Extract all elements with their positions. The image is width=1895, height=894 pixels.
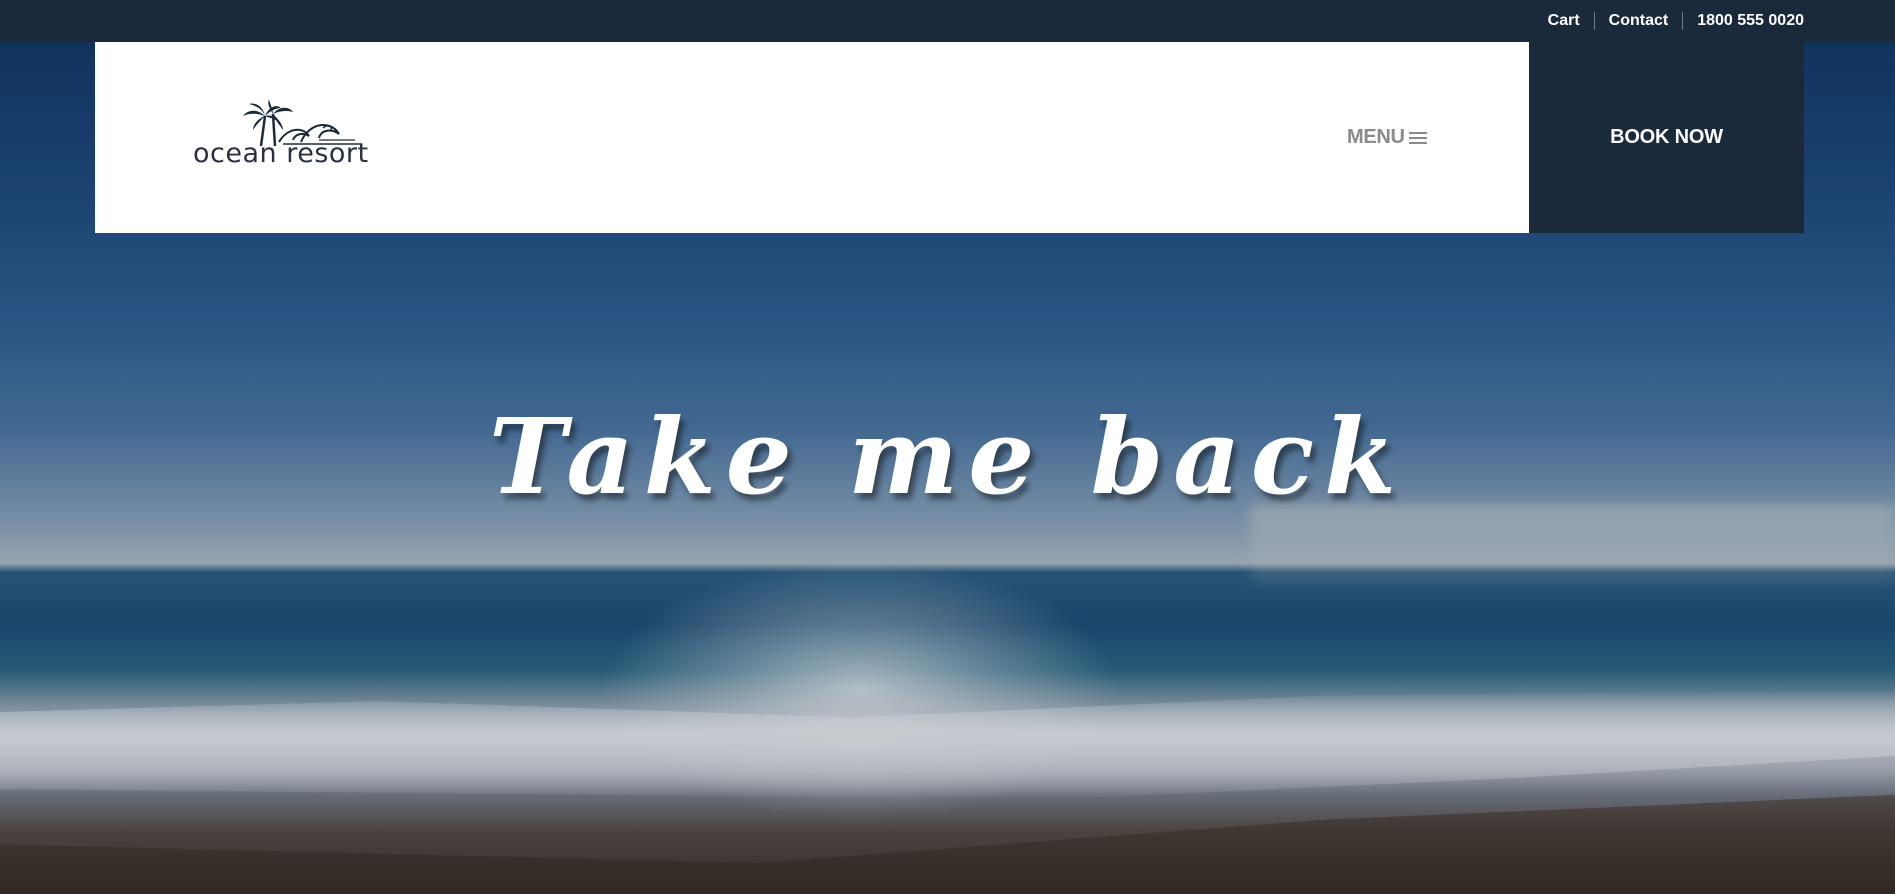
menu-label: MENU [1347, 126, 1405, 148]
cart-link[interactable]: Cart [1534, 12, 1594, 30]
contact-link[interactable]: Contact [1595, 12, 1683, 30]
site-header: ocean resort MENU [95, 42, 1529, 233]
page: Cart Contact 1800 555 0020 ocean resort … [0, 0, 1895, 894]
logo-text: ocean resort [193, 138, 369, 169]
phone-link[interactable]: 1800 555 0020 [1683, 12, 1804, 30]
hamburger-icon [1408, 130, 1427, 146]
book-now-button[interactable]: BOOK NOW [1529, 42, 1804, 233]
hero-headline: Take me back [488, 395, 1407, 518]
topbar-links: Cart Contact 1800 555 0020 [1534, 0, 1804, 42]
menu-button[interactable]: MENU [1347, 126, 1427, 149]
book-now-label: BOOK NOW [1610, 126, 1723, 148]
logo[interactable]: ocean resort [193, 98, 393, 208]
top-utility-bar: Cart Contact 1800 555 0020 [0, 0, 1895, 42]
